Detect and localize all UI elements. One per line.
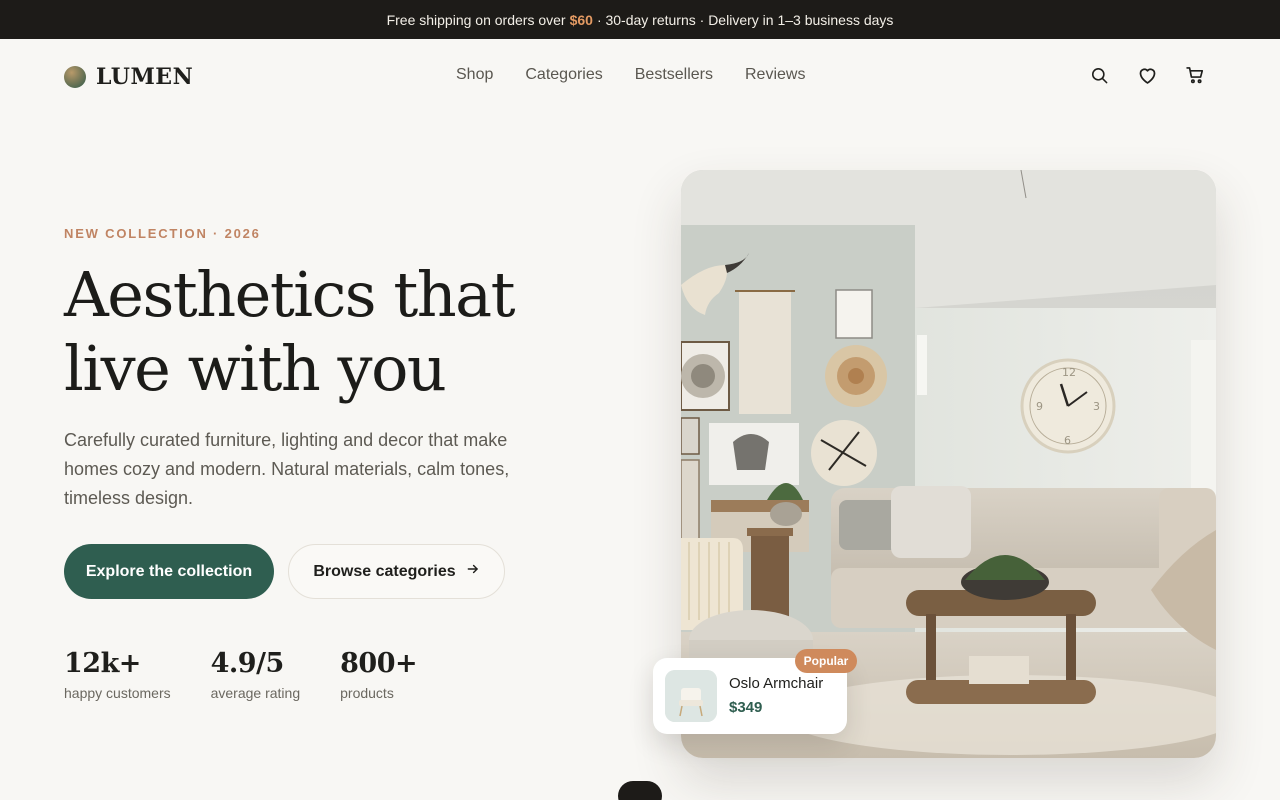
browse-categories-label: Browse categories	[313, 562, 456, 580]
nav-link-shop[interactable]: Shop	[456, 66, 493, 84]
stat-value: 4.9/5	[210, 648, 285, 679]
nav-link-categories[interactable]: Categories	[525, 66, 602, 84]
product-name: Oslo Armchair	[729, 675, 824, 692]
header-actions	[1088, 64, 1206, 86]
announcement-bar: Free shipping on orders over $60 · 30-da…	[0, 0, 1280, 39]
collection-eyebrow: NEW COLLECTION · 2026	[64, 226, 261, 241]
stat-customers: 12k+ happy customers	[64, 648, 171, 701]
stat-value: 12k+	[64, 648, 141, 679]
announcement-text-end: · 30-day returns · Delivery in 1–3 busin…	[596, 11, 894, 28]
brand-name: LUMEN	[96, 64, 194, 90]
featured-product-card[interactable]: Oslo Armchair $349 Popular	[653, 649, 857, 734]
popular-badge: Popular	[795, 649, 857, 673]
oslo-armchair-thumbnail	[665, 670, 717, 722]
hero-headline: Aesthetics that live with you	[64, 258, 624, 406]
svg-text:9: 9	[1036, 400, 1043, 413]
arrow-right-icon	[466, 562, 480, 581]
hero-stats: 12k+ happy customers 4.9/5 average ratin…	[64, 648, 457, 701]
hero-headline-line-2: live with you	[64, 332, 447, 405]
hero-description: Carefully curated furniture, lighting an…	[64, 430, 510, 508]
cart-icon[interactable]	[1184, 64, 1206, 86]
scroll-indicator[interactable]	[618, 781, 662, 800]
search-icon[interactable]	[1088, 64, 1110, 86]
stat-value: 800+	[340, 648, 418, 679]
stat-label: average rating	[210, 685, 301, 701]
svg-text:12: 12	[1062, 366, 1076, 379]
hero-headline-line-1: Aesthetics that	[64, 258, 516, 331]
main-navigation: Shop Categories Bestsellers Reviews	[456, 66, 805, 84]
svg-text:6: 6	[1064, 434, 1071, 447]
site-header: LUMEN Shop Categories Bestsellers Review…	[0, 39, 1280, 113]
nav-link-bestsellers[interactable]: Bestsellers	[635, 66, 713, 84]
stat-rating: 4.9/5 average rating	[211, 648, 301, 701]
svg-text:3: 3	[1093, 400, 1100, 413]
brand-logo[interactable]: LUMEN	[64, 64, 193, 90]
stat-products: 800+ products	[340, 648, 417, 701]
announcement-text-start: Free shipping on orders over	[386, 11, 566, 28]
logo-mark-icon	[64, 66, 86, 88]
stat-label: happy customers	[64, 685, 171, 701]
browse-categories-button[interactable]: Browse categories	[288, 544, 505, 599]
announcement-shipping-threshold: $60	[569, 11, 593, 28]
nav-link-reviews[interactable]: Reviews	[745, 66, 805, 84]
heart-icon[interactable]	[1136, 64, 1158, 86]
stat-label: products	[340, 685, 394, 701]
product-price: $349	[729, 699, 763, 716]
explore-collection-button[interactable]: Explore the collection	[64, 544, 274, 599]
